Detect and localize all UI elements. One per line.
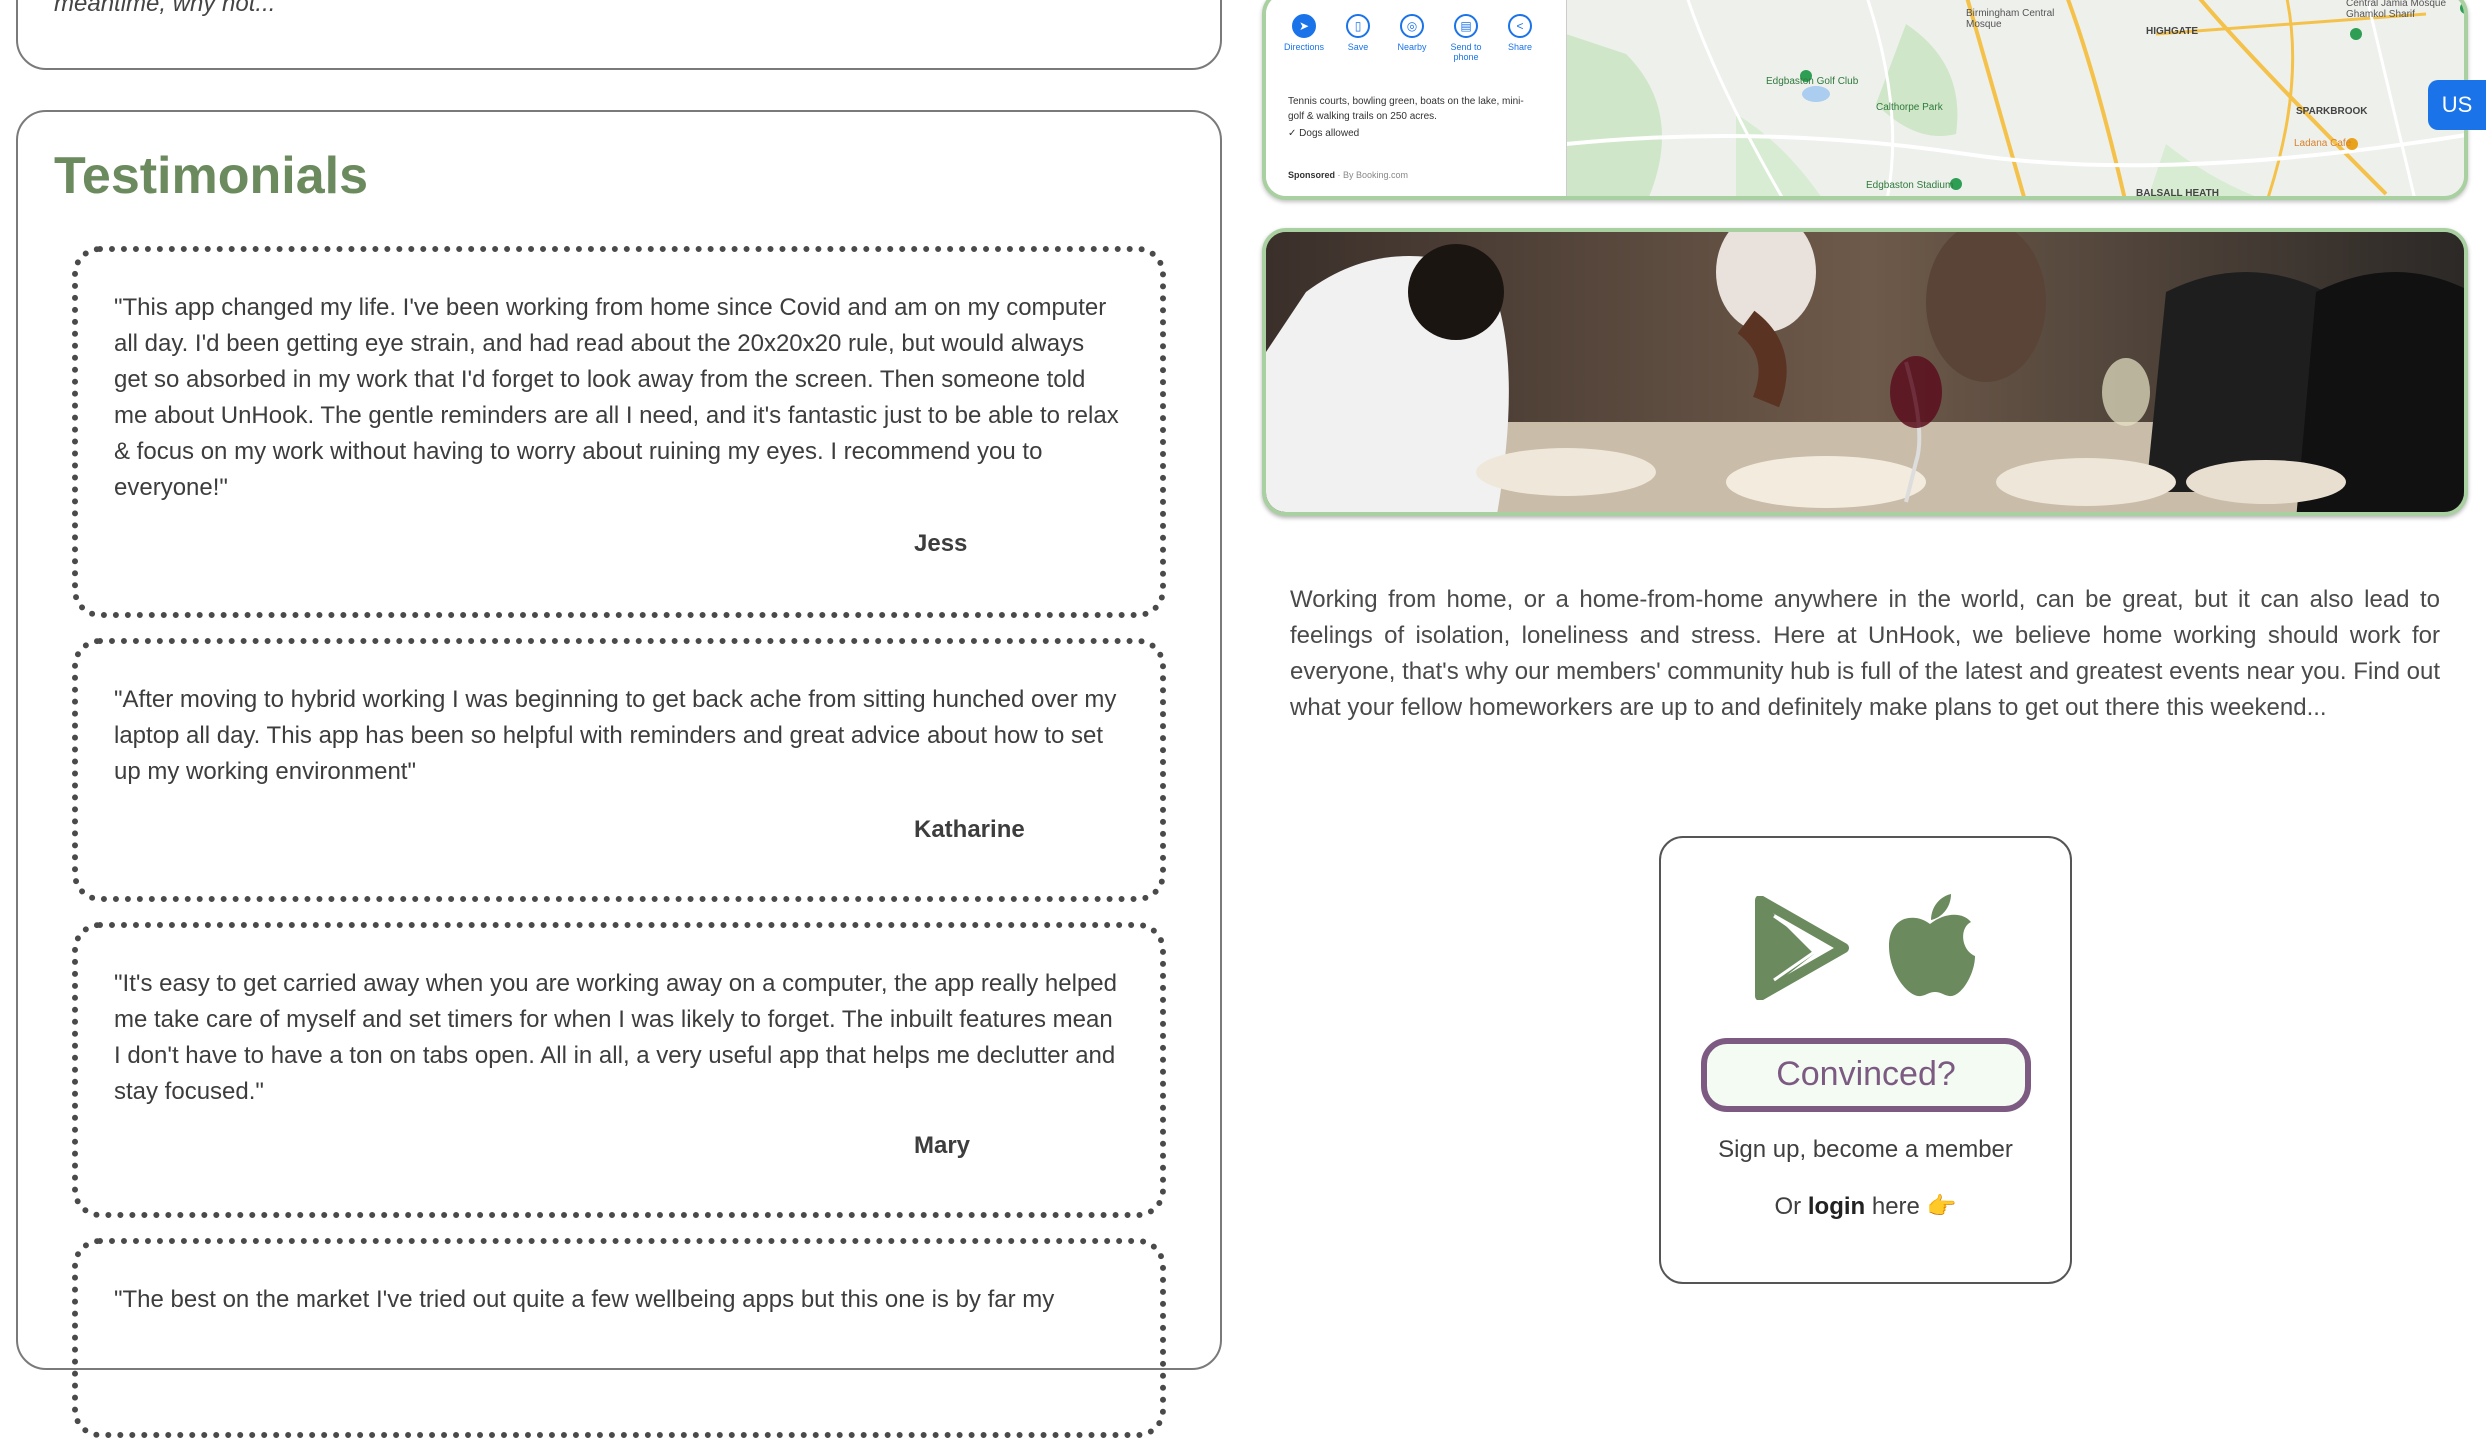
nearby-button[interactable]: ◎ Nearby — [1392, 14, 1432, 62]
share-button[interactable]: < Share — [1500, 14, 1540, 62]
map-label: Calthorpe Park — [1876, 102, 1943, 113]
map-label: SPARKBROOK — [2296, 106, 2368, 117]
region-badge[interactable]: US — [2428, 80, 2486, 130]
testimonial-card: "This app changed my life. I've been wor… — [72, 246, 1166, 618]
sponsored-line: Sponsored · By Booking.com — [1288, 170, 1409, 180]
map-label: Birmingham Central Mosque — [1966, 8, 2055, 30]
phone-icon: ▤ — [1454, 14, 1478, 38]
testimonial-author: Mary — [914, 1132, 971, 1159]
testimonial-author: Jess — [914, 530, 968, 557]
map-label: Edgbaston Stadium — [1866, 180, 1954, 191]
testimonial-quote: "The best on the market I've tried out q… — [114, 1286, 1055, 1313]
testimonial-quote: "After moving to hybrid working I was be… — [114, 686, 1117, 785]
map-label: BALSALL HEATH — [2136, 188, 2219, 199]
community-photo — [1262, 228, 2468, 516]
testimonial-card: "The best on the market I've tried out q… — [72, 1238, 1166, 1438]
testimonial-author: Katharine — [914, 816, 1025, 843]
directions-button[interactable]: ➤ Directions — [1284, 14, 1324, 62]
apple-icon[interactable] — [1885, 894, 1975, 998]
directions-icon: ➤ — [1292, 14, 1316, 38]
testimonial-card: "It's easy to get carried away when you … — [72, 922, 1166, 1218]
map-label: HIGHGATE — [2146, 26, 2199, 37]
testimonial-quote: "This app changed my life. I've been wor… — [114, 294, 1119, 501]
testimonials-section: Testimonials "This app changed my life. … — [16, 110, 1222, 1438]
map-actions: ➤ Directions ▯ Save ◎ Nearby ▤ Send to p… — [1284, 14, 1540, 62]
save-button[interactable]: ▯ Save — [1338, 14, 1378, 62]
login-link[interactable]: login — [1808, 1193, 1865, 1220]
testimonial-card: "After moving to hybrid working I was be… — [72, 638, 1166, 902]
convinced-button[interactable]: Convinced? — [1701, 1038, 2031, 1112]
send-to-phone-button[interactable]: ▤ Send to phone — [1446, 14, 1486, 62]
intro-snippet: meantime, why not... — [54, 0, 276, 17]
intro-card: meantime, why not... — [16, 0, 1222, 70]
login-line: Or login here 👉 — [1661, 1192, 2070, 1221]
map-label: Ladana Cafe — [2294, 138, 2352, 149]
share-icon: < — [1508, 14, 1532, 38]
login-suffix: here — [1871, 1193, 1920, 1220]
signup-card: Convinced? Sign up, become a member Or l… — [1659, 836, 2072, 1284]
map-embed[interactable]: ➤ Directions ▯ Save ◎ Nearby ▤ Send to p… — [1262, 0, 2468, 200]
testimonials-heading: Testimonials — [54, 147, 369, 205]
place-description: Tennis courts, bowling green, boats on t… — [1288, 96, 1524, 122]
signup-link[interactable]: Sign up, become a member — [1661, 1136, 2070, 1164]
map-place-panel: ➤ Directions ▯ Save ◎ Nearby ▤ Send to p… — [1266, 0, 1567, 196]
pointing-hand-icon: 👉 — [1926, 1193, 1957, 1220]
bookmark-icon: ▯ — [1346, 14, 1370, 38]
google-play-icon[interactable] — [1754, 896, 1850, 1000]
dining-photo-illustration — [1266, 232, 2464, 512]
map-label: Central Jamia Mosque Ghamkol Sharif — [2346, 0, 2447, 20]
community-description: Working from home, or a home-from-home a… — [1290, 586, 2440, 721]
testimonial-quote: "It's easy to get carried away when you … — [114, 970, 1117, 1105]
map-label: Edgbaston Golf Club — [1766, 76, 1859, 87]
login-prefix: Or — [1774, 1193, 1802, 1220]
place-amenity: ✓ Dogs allowed — [1288, 128, 1360, 139]
nearby-icon: ◎ — [1400, 14, 1424, 38]
